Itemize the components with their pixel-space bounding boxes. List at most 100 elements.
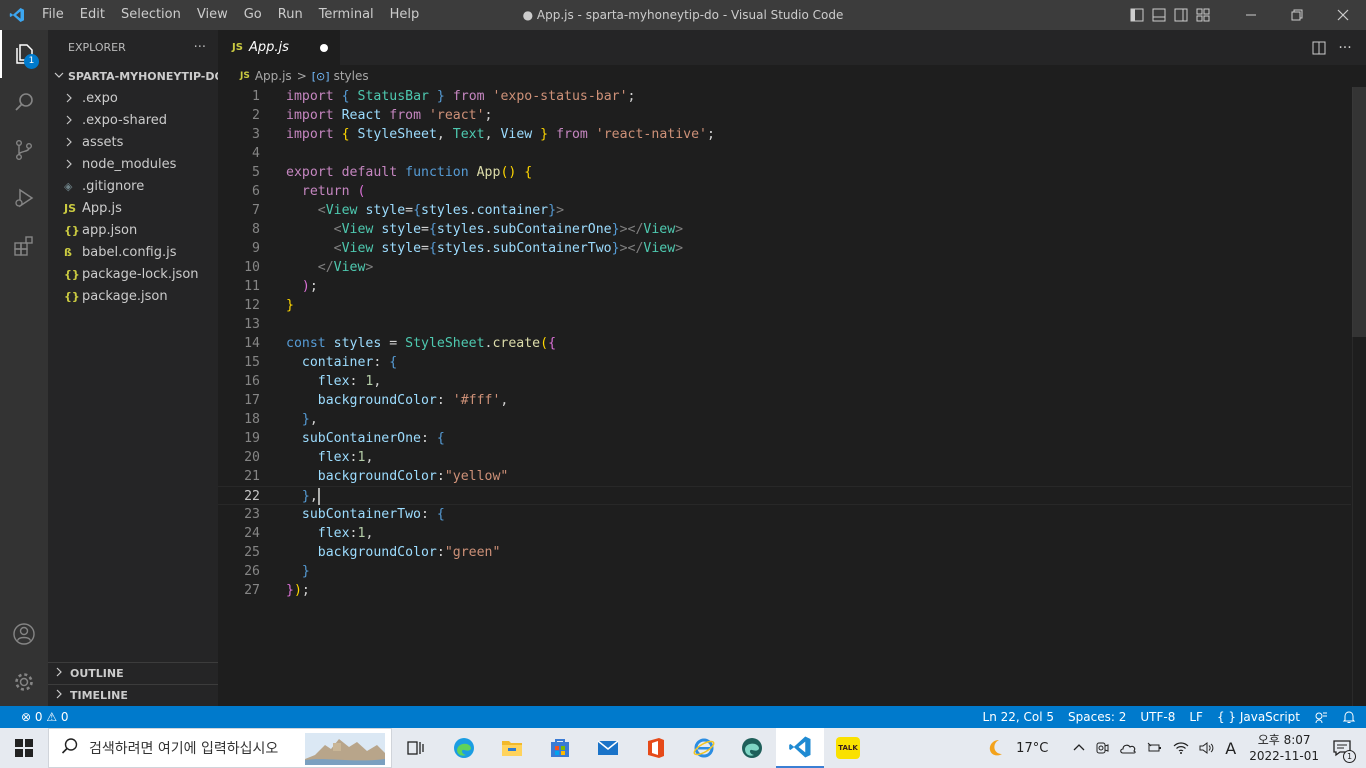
tree-file[interactable]: {} app.json [48, 219, 218, 241]
code-line[interactable]: 10 </View> [218, 258, 1351, 277]
language-mode[interactable]: { } JavaScript [1210, 710, 1307, 724]
menu-help[interactable]: Help [382, 0, 428, 30]
code-line[interactable]: 6 return ( [218, 182, 1351, 201]
tree-file[interactable]: ◈ .gitignore [48, 175, 218, 197]
toggle-panel-icon[interactable] [1148, 0, 1170, 30]
manage-gear-icon[interactable] [0, 658, 48, 706]
code-line[interactable]: 13 [218, 315, 1351, 334]
battery-plug-icon[interactable] [1142, 728, 1168, 768]
code-line[interactable]: 7 <View style={styles.container}> [218, 201, 1351, 220]
input-method-indicator[interactable]: A [1220, 728, 1241, 768]
notification-center-icon[interactable]: 1 [1327, 728, 1366, 768]
menu-edit[interactable]: Edit [72, 0, 113, 30]
office-icon[interactable] [632, 728, 680, 768]
minimize-icon[interactable] [1228, 0, 1274, 30]
scroll-thumb[interactable] [1352, 87, 1366, 337]
code-line[interactable]: 8 <View style={styles.subContainerOne}><… [218, 220, 1351, 239]
unsaved-dot-icon[interactable] [320, 44, 328, 52]
encoding[interactable]: UTF-8 [1133, 710, 1182, 724]
toggle-secondary-sidebar-icon[interactable] [1170, 0, 1192, 30]
code-line[interactable]: 24 flex:1, [218, 524, 1351, 543]
file-explorer-icon[interactable] [488, 728, 536, 768]
onedrive-cloud-icon[interactable] [1114, 728, 1142, 768]
ie-icon[interactable] [680, 728, 728, 768]
restore-icon[interactable] [1274, 0, 1320, 30]
menu-file[interactable]: File [34, 0, 72, 30]
project-folder-header[interactable]: SPARTA-MYHONEYTIP-DO [48, 65, 218, 87]
feedback-icon[interactable] [1307, 710, 1335, 724]
code-line[interactable]: 22 }, [218, 486, 1351, 505]
code-line[interactable]: 2 import React from 'react'; [218, 106, 1351, 125]
code-line[interactable]: 3 import { StyleSheet, Text, View } from … [218, 125, 1351, 144]
taskbar-clock[interactable]: 오후 8:07 2022-11-01 [1241, 732, 1327, 764]
weather-temp[interactable]: 17°C [1011, 728, 1068, 768]
menu-selection[interactable]: Selection [113, 0, 189, 30]
accounts-icon[interactable] [0, 610, 48, 658]
extensions-icon[interactable] [0, 222, 48, 270]
tree-folder[interactable]: .expo-shared [48, 109, 218, 131]
editor-more-actions-button[interactable]: ··· [1334, 30, 1356, 65]
menu-view[interactable]: View [189, 0, 236, 30]
code-line[interactable]: 17 backgroundColor: '#fff', [218, 391, 1351, 410]
tree-file[interactable]: JS App.js [48, 197, 218, 219]
task-view-icon[interactable] [392, 728, 440, 768]
indentation[interactable]: Spaces: 2 [1061, 710, 1133, 724]
timeline-section-header[interactable]: TIMELINE [48, 684, 218, 706]
code-line[interactable]: 11 ); [218, 277, 1351, 296]
explorer-more-actions-button[interactable]: ··· [194, 40, 206, 55]
bell-icon[interactable] [1335, 710, 1366, 724]
close-icon[interactable] [1320, 0, 1366, 30]
breadcrumb-symbol[interactable]: styles [334, 69, 369, 83]
run-debug-icon[interactable] [0, 174, 48, 222]
windows-start-icon[interactable] [0, 728, 48, 768]
tree-folder[interactable]: .expo [48, 87, 218, 109]
code-line[interactable]: 18 }, [218, 410, 1351, 429]
code-line[interactable]: 5 export default function App() { [218, 163, 1351, 182]
editor-scrollbar[interactable] [1352, 87, 1366, 706]
code-line[interactable]: 4 [218, 144, 1351, 163]
edge-dev-icon[interactable] [728, 728, 776, 768]
code-line[interactable]: 20 flex:1, [218, 448, 1351, 467]
menu-go[interactable]: Go [236, 0, 270, 30]
menu-terminal[interactable]: Terminal [311, 0, 382, 30]
line-endings[interactable]: LF [1182, 710, 1210, 724]
kakaotalk-icon[interactable]: TALK [824, 728, 872, 768]
code-line[interactable]: 16 flex: 1, [218, 372, 1351, 391]
meet-now-icon[interactable] [1090, 728, 1114, 768]
tree-file[interactable]: ß babel.config.js [48, 241, 218, 263]
chevron-up-icon[interactable] [1068, 728, 1090, 768]
problems-indicator[interactable]: ⊗ 0 ⚠ 0 [14, 710, 76, 724]
toggle-primary-sidebar-icon[interactable] [1126, 0, 1148, 30]
menu-run[interactable]: Run [270, 0, 311, 30]
code-line[interactable]: 25 backgroundColor:"green" [218, 543, 1351, 562]
code-line[interactable]: 15 container: { [218, 353, 1351, 372]
code-line[interactable]: 23 subContainerTwo: { [218, 505, 1351, 524]
source-control-icon[interactable] [0, 126, 48, 174]
tree-folder[interactable]: node_modules [48, 153, 218, 175]
tree-file[interactable]: {} package-lock.json [48, 263, 218, 285]
breadcrumb-file[interactable]: App.js [255, 69, 292, 83]
customize-layout-icon[interactable] [1192, 0, 1214, 30]
vscode-icon[interactable] [776, 728, 824, 768]
explorer-icon[interactable]: 1 [0, 30, 48, 78]
tree-folder[interactable]: assets [48, 131, 218, 153]
cursor-position[interactable]: Ln 22, Col 5 [976, 710, 1062, 724]
code-line[interactable]: 27}); [218, 581, 1351, 600]
search-icon[interactable] [0, 78, 48, 126]
wifi-icon[interactable] [1168, 728, 1194, 768]
split-editor-icon[interactable] [1308, 30, 1330, 65]
code-line[interactable]: 12} [218, 296, 1351, 315]
code-line[interactable]: 19 subContainerOne: { [218, 429, 1351, 448]
code-line[interactable]: 9 <View style={styles.subContainerTwo}><… [218, 239, 1351, 258]
code-line[interactable]: 14 const styles = StyleSheet.create({ [218, 334, 1351, 353]
mail-icon[interactable] [584, 728, 632, 768]
code-line[interactable]: 21 backgroundColor:"yellow" [218, 467, 1351, 486]
outline-section-header[interactable]: OUTLINE [48, 662, 218, 684]
code-line[interactable]: 1 import { StatusBar } from 'expo-status-… [218, 87, 1351, 106]
weather-moon-icon[interactable] [979, 728, 1011, 768]
code-line[interactable]: 26 } [218, 562, 1351, 581]
taskbar-search-input[interactable]: 검색하려면 여기에 입력하십시오 [48, 728, 392, 768]
volume-icon[interactable] [1194, 728, 1220, 768]
store-icon[interactable] [536, 728, 584, 768]
code-editor[interactable]: 1 import { StatusBar } from 'expo-status-… [218, 87, 1351, 600]
